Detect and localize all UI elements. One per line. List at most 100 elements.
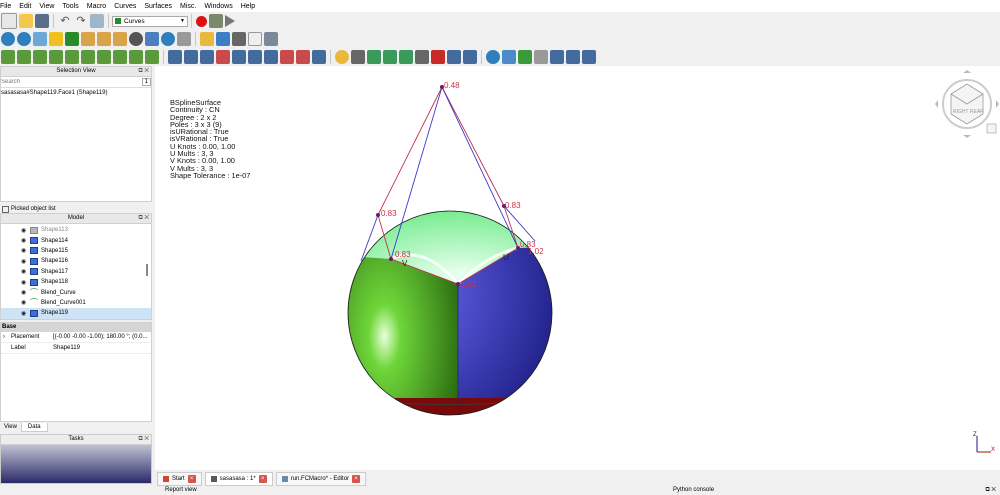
tab-macro-editor[interactable]: run.FCMacro* - Editor × [275,472,367,486]
tree-item[interactable]: ◉ Shape119 [1,308,151,319]
visibility-eye-icon[interactable]: ◉ [21,268,28,275]
tree-item[interactable]: ◉ ⌒ Blend_Curve [1,287,151,297]
curve-tool-3-icon[interactable] [33,50,47,64]
misc-tool-2-icon[interactable] [351,50,365,64]
menu-help[interactable]: Help [237,3,259,10]
fit-selection-icon[interactable] [17,32,31,46]
tool-a-icon[interactable] [502,50,516,64]
close-icon[interactable]: × [352,475,361,483]
report-view-label[interactable]: Report view [152,487,645,493]
visibility-eye-icon[interactable]: ◉ [21,237,28,244]
close-icon[interactable]: × [258,475,267,483]
3d-view[interactable]: BSplineSurface Continuity : CN Degree : 2 … [155,66,1000,470]
macro-editor-icon[interactable] [209,14,223,28]
redo-icon[interactable]: ↷ [74,14,88,28]
tree-item[interactable]: ◉ ⌒ Blend_Curve001 [1,298,151,308]
close-icon[interactable]: × [187,475,196,483]
navigation-cube[interactable]: RIGHT REAR [935,70,1000,140]
misc-tool-9-icon[interactable] [463,50,477,64]
property-row-placement[interactable]: › Placement [(-0.00 -0.00 -1.00); 180.00 … [1,332,151,343]
draw-style-icon[interactable] [33,32,47,46]
curve-tool-6-icon[interactable] [81,50,95,64]
visibility-eye-icon[interactable]: ◉ [21,299,28,306]
open-icon[interactable] [19,14,33,28]
surface-tool-6-icon[interactable] [248,50,262,64]
selection-entry[interactable]: sasasasa#Shape119.Face1 (Shape119) [1,88,151,98]
tab-data[interactable]: Data [20,423,48,432]
tree-item[interactable]: ◉ Shape118 [1,277,151,287]
fit-all-icon[interactable] [1,32,15,46]
visibility-eye-icon[interactable]: ◉ [21,289,28,296]
menu-windows[interactable]: Windows [200,3,236,10]
surface-tool-4-icon[interactable] [216,50,230,64]
view-top-icon[interactable] [97,32,111,46]
tool-e-icon[interactable] [566,50,580,64]
view-right-icon[interactable] [113,32,127,46]
menu-tools[interactable]: Tools [58,3,82,10]
surface-tool-5-icon[interactable] [232,50,246,64]
tool-f-icon[interactable] [582,50,596,64]
surface-tool-10-icon[interactable] [312,50,326,64]
search-input[interactable] [1,78,131,86]
sphere[interactable] [345,186,575,470]
bounding-box-icon[interactable] [49,32,63,46]
expand-arrow-icon[interactable]: › [3,334,5,340]
surface-tool-8-icon[interactable] [280,50,294,64]
tree-item[interactable]: ◉ Shape116 [1,256,151,266]
menu-file[interactable]: File [0,3,15,10]
tree-item[interactable]: ◉ Shape117 [1,267,151,277]
menu-misc[interactable]: Misc. [176,3,200,10]
new-icon[interactable] [1,13,17,29]
refresh-icon[interactable] [90,14,104,28]
misc-tool-8-icon[interactable] [447,50,461,64]
surface-tool-3-icon[interactable] [200,50,214,64]
curve-tool-2-icon[interactable] [17,50,31,64]
stereo-icon[interactable] [129,32,143,46]
menu-view[interactable]: View [35,3,58,10]
tool-b-icon[interactable] [518,50,532,64]
curve-tool-7-icon[interactable] [97,50,111,64]
curve-tool-1-icon[interactable] [1,50,15,64]
property-row-label[interactable]: Label Shape119 [1,343,151,354]
record-macro-icon[interactable] [196,15,207,27]
menu-surfaces[interactable]: Surfaces [140,3,176,10]
panel-controls[interactable]: ⧉ ✕ [138,214,149,223]
curve-tool-10-icon[interactable] [145,50,159,64]
info-icon[interactable] [486,50,500,64]
view-isometric-icon[interactable] [65,32,79,46]
surface-tool-1-icon[interactable] [168,50,182,64]
menu-edit[interactable]: Edit [15,3,35,10]
curve-tool-4-icon[interactable] [49,50,63,64]
misc-tool-6-icon[interactable] [415,50,429,64]
picked-list-checkbox[interactable] [2,205,9,213]
misc-tool-1-icon[interactable] [335,50,349,64]
tool-c-icon[interactable] [534,50,548,64]
part-icon[interactable] [200,32,214,46]
tree-item[interactable]: ◉ Shape115 [1,246,151,256]
curve-tool-9-icon[interactable] [129,50,143,64]
python-console-label[interactable]: Python console [645,487,714,493]
view-front-icon[interactable] [81,32,95,46]
visibility-eye-icon[interactable]: ◉ [21,279,28,286]
save-icon[interactable] [35,14,49,28]
visibility-eye-icon[interactable]: ◉ [21,258,28,265]
curve-tool-5-icon[interactable] [65,50,79,64]
panel-controls[interactable]: ⧉ ✕ [985,487,996,494]
misc-tool-3-icon[interactable] [367,50,381,64]
misc-tool-4-icon[interactable] [383,50,397,64]
tab-document[interactable]: sasasasa : 1* × [204,472,273,486]
misc-tool-7-icon[interactable] [431,50,445,64]
curve-tool-8-icon[interactable] [113,50,127,64]
visibility-eye-icon[interactable]: ◉ [21,310,28,317]
tab-start[interactable]: Start × [157,472,202,486]
link-icon[interactable] [232,32,246,46]
visibility-eye-icon[interactable]: ◉ [21,227,28,234]
std-views-icon[interactable] [145,32,159,46]
surface-tool-9-icon[interactable] [296,50,310,64]
workbench-selector[interactable]: Curves ▼ [112,15,188,27]
measure-icon[interactable] [161,32,175,46]
surface-tool-7-icon[interactable] [264,50,278,64]
panel-controls[interactable]: ⧉ ✕ [138,67,149,76]
group-icon[interactable] [216,32,230,46]
tree-item[interactable]: ◉ Shape113 [1,225,151,235]
